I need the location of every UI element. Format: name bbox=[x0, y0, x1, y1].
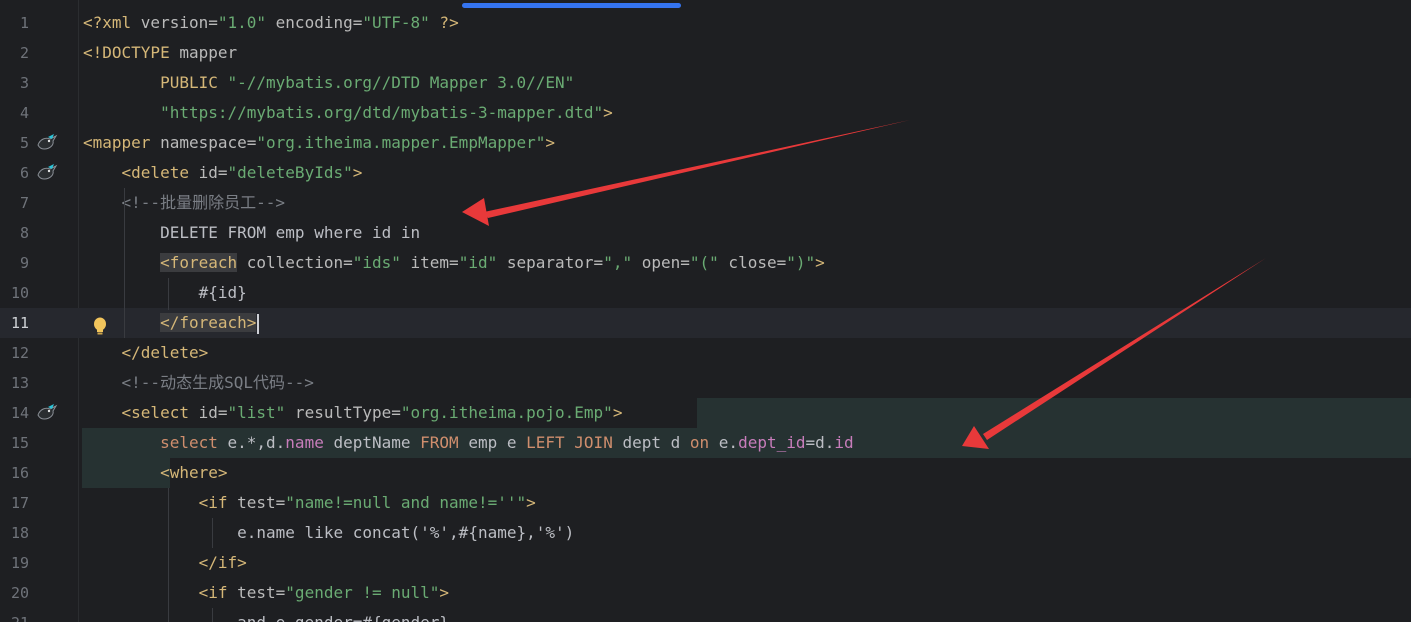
annotation-arrow-1 bbox=[462, 120, 910, 226]
annotation-arrows bbox=[462, 120, 1266, 449]
annotation-arrow-2 bbox=[962, 258, 1266, 449]
code-editor[interactable]: 1 <?xml version="1.0" encoding="UTF-8" ?>… bbox=[0, 0, 1411, 622]
